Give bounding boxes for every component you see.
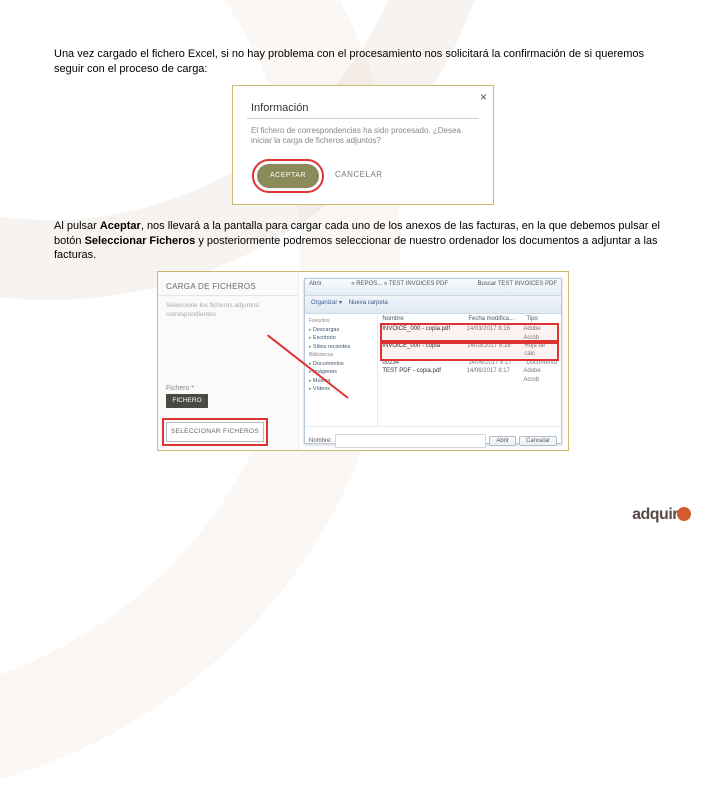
accept-button[interactable]: ACEPTAR (257, 164, 319, 188)
col-name[interactable]: Nombre (382, 316, 468, 322)
fichero-badge: FICHERO (166, 394, 208, 408)
panel-title: CARGA DE FICHEROS (158, 272, 298, 296)
panel-subtitle: Seleccione los ficheros adjuntos corresp… (158, 296, 298, 319)
select-files-button[interactable]: SELECCIONAR FICHEROS (166, 422, 264, 442)
upload-panel: CARGA DE FICHEROS Seleccione los fichero… (158, 272, 299, 450)
browser-search: Buscar TEST INVOICES PDF (478, 281, 557, 295)
filename-label: Nombre: (309, 438, 332, 444)
col-date[interactable]: Fecha modifica... (468, 316, 526, 322)
file-list: Nombre Fecha modifica... Tipo INVOICE_00… (378, 314, 561, 426)
cancel-button[interactable]: Cancelar (519, 436, 557, 446)
sidebar-item[interactable]: Sitios recientes (309, 343, 373, 352)
cancel-button[interactable]: CANCELAR (335, 170, 383, 179)
browser-sidebar: Favoritos Descargas Escritorio Sitios re… (305, 314, 378, 426)
file-row[interactable]: TEST PDF - copia.pdf 14/06/2017 8:17 Ado… (382, 367, 557, 384)
paragraph-2: Al pulsar Aceptar, nos llevará a la pant… (54, 219, 672, 264)
filename-input[interactable] (335, 434, 486, 448)
file-browser: Abrir « REPOS... » TEST INVOICES PDF Bus… (304, 278, 562, 444)
brand-logo: adquir (632, 506, 692, 524)
browser-path: « REPOS... » TEST INVOICES PDF (351, 281, 448, 295)
file-row[interactable]: INVOICE_000 - copia.pdf 14/03/2017 8:16 … (382, 325, 557, 342)
divider (247, 118, 479, 119)
sidebar-item[interactable]: Escritorio (309, 334, 373, 343)
sidebar-item[interactable]: Documentos (309, 360, 373, 369)
col-type[interactable]: Tipo (526, 316, 537, 322)
screenshot-dialog: × Información El fichero de corresponden… (232, 85, 494, 205)
browser-title: Abrir (309, 281, 322, 295)
field-label: Fichero * (166, 385, 194, 392)
sidebar-item[interactable]: Música (309, 377, 373, 386)
toolbar-organize[interactable]: Organizar ▾ (311, 300, 342, 306)
toolbar-newfolder[interactable]: Nueva carpeta (349, 300, 388, 306)
open-button[interactable]: Abrir (489, 436, 516, 446)
close-icon[interactable]: × (480, 90, 487, 104)
file-row[interactable]: 00234 14/06/2017 8:17 Documento (382, 359, 557, 367)
dialog-title: Información (251, 102, 308, 114)
sidebar-item[interactable]: Descargas (309, 326, 373, 335)
screenshot-file-upload: CARGA DE FICHEROS Seleccione los fichero… (157, 271, 569, 451)
paragraph-1: Una vez cargado el fichero Excel, si no … (54, 47, 672, 77)
dialog-message: El fichero de correspondencias ha sido p… (251, 126, 475, 147)
file-row[interactable]: INVOICE_000 - copia 14/03/2017 8:16 Hoja… (382, 342, 557, 359)
logo-dot-icon (677, 507, 691, 521)
